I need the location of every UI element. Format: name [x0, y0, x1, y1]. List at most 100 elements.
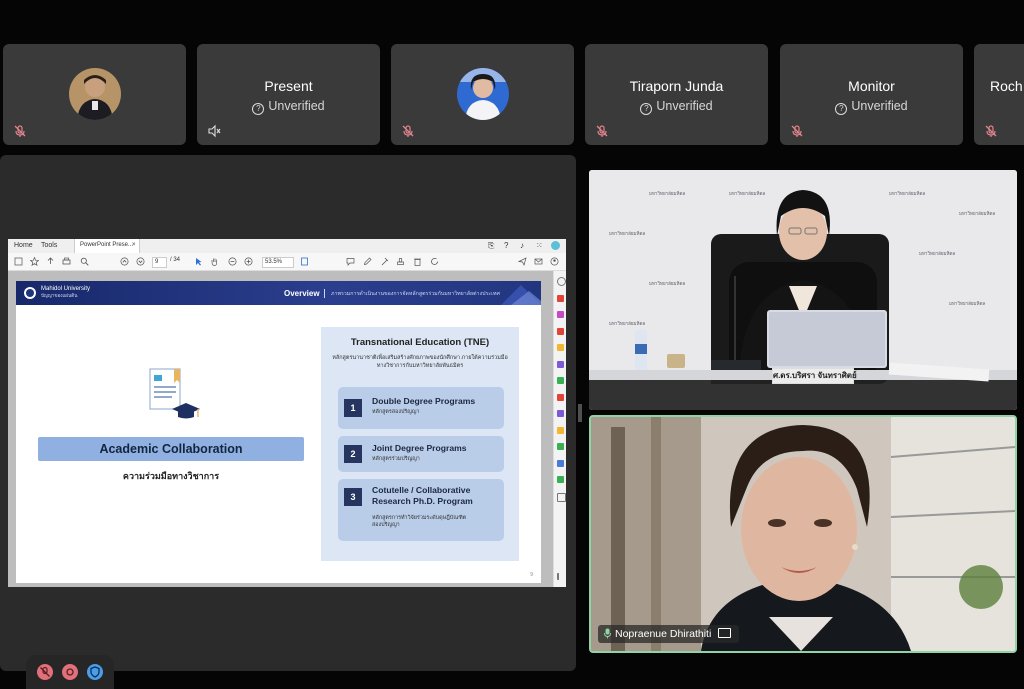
participant-tile-6[interactable]: Roch — [974, 44, 1024, 145]
document-award-icon — [149, 368, 200, 419]
highlight-icon[interactable] — [380, 257, 389, 266]
rail-export-pdf-icon[interactable] — [557, 295, 564, 302]
pdf-viewer-window[interactable]: Home Tools PowerPoint Prese... × ⎘ ? ♪ ⁙… — [8, 239, 566, 587]
hand-tool-icon[interactable] — [210, 257, 219, 266]
backdrop-logo-text: มหาวิทยาลัยมหิดล — [609, 321, 646, 326]
apps-grid-icon[interactable]: ⁙ — [536, 241, 543, 250]
rail-expand-icon[interactable] — [557, 573, 566, 580]
rail-organize-icon[interactable] — [557, 377, 564, 384]
program-thai-name: หลักสูตรสองปริญญา — [372, 409, 420, 415]
tne-description: หลักสูตรนานาชาติเพื่อเสริมสร้างศักยภาพขอ… — [332, 355, 508, 369]
rail-fill-icon[interactable] — [557, 443, 564, 450]
pane-resize-handle[interactable] — [578, 404, 582, 422]
rail-protect-icon[interactable] — [557, 427, 564, 434]
backdrop-logo-text: มหาวิทยาลัยมหิดล — [649, 191, 686, 196]
header-wave-decoration — [501, 285, 541, 305]
stamp-icon[interactable] — [396, 257, 405, 266]
menu-home[interactable]: Home — [14, 242, 33, 249]
participant-tile-2[interactable]: Present ? Unverified — [197, 44, 380, 145]
bookmark-star-icon[interactable] — [30, 257, 39, 266]
comment-icon[interactable] — [346, 257, 355, 266]
zoom-out-icon[interactable] — [228, 257, 237, 266]
rail-shield-icon[interactable] — [557, 460, 564, 467]
speaker-muted-icon — [208, 124, 221, 138]
video-tile-active-speaker[interactable]: Nopraenue Dhirathiti — [589, 415, 1017, 653]
page-fit-icon[interactable] — [300, 257, 309, 266]
delete-icon[interactable] — [413, 257, 422, 266]
shield-icon — [90, 666, 100, 678]
participant-tile-3[interactable] — [391, 44, 574, 145]
mic-on-icon — [604, 628, 611, 639]
rail-combine-icon[interactable] — [557, 361, 564, 368]
verification-status: ? Unverified — [780, 99, 963, 115]
select-cursor-icon[interactable] — [194, 257, 203, 266]
rail-comment-icon[interactable] — [557, 344, 564, 351]
send-icon[interactable] — [518, 257, 527, 266]
mic-muted-icon — [791, 125, 803, 137]
rail-scan-icon[interactable] — [557, 394, 564, 401]
document-canvas[interactable]: Mahidol University ปัญญาของแผ่นดิน Overv… — [8, 271, 553, 587]
screen-share-icon — [718, 628, 732, 638]
backdrop-logo-text: มหาวิทยาลัยมหิดล — [959, 211, 996, 216]
record-button[interactable] — [62, 664, 78, 680]
page-down-icon[interactable] — [136, 257, 145, 266]
university-seal-icon — [24, 287, 36, 299]
print-icon[interactable] — [62, 257, 71, 266]
program-title: Double Degree Programs — [372, 396, 476, 406]
rail-sign-icon[interactable] — [557, 410, 564, 417]
help-icon[interactable]: ? — [504, 241, 508, 250]
zoom-level-dropdown[interactable]: 53.5% — [262, 257, 294, 268]
program-card-3: 3 Cotutelle / Collaborative Research Ph.… — [338, 479, 504, 541]
participant-name: Tiraporn Junda — [629, 78, 724, 94]
video-tile-chair[interactable]: มหาวิทยาลัยมหิดล มหาวิทยาลัยมหิดล มหาวิท… — [589, 170, 1017, 410]
academic-collaboration-title: Academic Collaboration — [38, 437, 304, 461]
participant-avatar — [68, 68, 121, 120]
backdrop-logo-text: มหาวิทยาลัยมหิดล — [649, 281, 686, 286]
program-title: Joint Degree Programs — [372, 443, 467, 453]
rail-zoom-icon[interactable] — [557, 277, 566, 286]
mic-muted-icon — [14, 125, 26, 137]
program-thai-name: หลักสูตรการทำวิจัยร่วมระดับดุษฎีบัณฑิต ส… — [372, 515, 467, 528]
security-button[interactable] — [87, 664, 103, 680]
rail-create-pdf-icon[interactable] — [557, 328, 564, 335]
page-total-label: / 34 — [170, 257, 181, 263]
mute-toggle-button[interactable] — [37, 664, 53, 680]
user-avatar-icon[interactable] — [551, 241, 560, 250]
mail-icon[interactable] — [534, 257, 543, 266]
page-up-icon[interactable] — [120, 257, 129, 266]
bell-icon[interactable]: ♪ — [520, 241, 524, 250]
backdrop-logo-text: มหาวิทยาลัยมหิดล — [919, 251, 956, 256]
program-number: 1 — [344, 399, 362, 417]
slide-header-band: Mahidol University ปัญญาของแผ่นดิน Overv… — [16, 281, 541, 305]
participant-tile-4[interactable]: Tiraporn Junda ? Unverified — [585, 44, 768, 145]
pdf-menu-bar: Home Tools PowerPoint Prese... × ⎘ ? ♪ ⁙ — [8, 239, 566, 254]
close-tab-icon[interactable]: × — [132, 242, 136, 248]
pdf-toolbar: 9 / 34 53.5% — [8, 253, 566, 271]
rotate-icon[interactable] — [430, 257, 439, 266]
quick-controls-bar — [26, 655, 114, 689]
zoom-in-icon[interactable] — [244, 257, 253, 266]
participant-tile-1[interactable] — [3, 44, 186, 145]
mic-muted-icon — [40, 666, 50, 677]
share-icon[interactable]: ⎘ — [488, 241, 494, 251]
section-title: Overview — [284, 289, 320, 298]
zoom-search-icon[interactable] — [80, 257, 89, 266]
pen-icon[interactable] — [363, 257, 372, 266]
question-icon: ? — [640, 103, 653, 115]
account-icon[interactable] — [550, 257, 559, 266]
slide-page-number: 9 — [530, 572, 533, 578]
upload-icon[interactable] — [46, 257, 55, 266]
university-motto: ปัญญาของแผ่นดิน — [41, 293, 78, 298]
rail-redact-icon[interactable] — [557, 476, 564, 483]
rail-more-tools-icon[interactable] — [557, 493, 566, 502]
document-tab-label: PowerPoint Prese... — [80, 242, 134, 248]
document-tab[interactable]: PowerPoint Prese... × — [74, 239, 140, 253]
rail-edit-pdf-icon[interactable] — [557, 311, 564, 318]
page-number-input[interactable]: 9 — [152, 257, 167, 268]
save-icon[interactable] — [14, 257, 23, 266]
menu-tools[interactable]: Tools — [41, 242, 57, 249]
program-thai-name: หลักสูตรร่วมปริญญา — [372, 456, 420, 462]
program-title: Cotutelle / Collaborative Research Ph.D.… — [372, 485, 473, 506]
participant-tile-5[interactable]: Monitor ? Unverified — [780, 44, 963, 145]
tne-panel: Transnational Education (TNE) หลักสูตรนา… — [321, 327, 519, 561]
